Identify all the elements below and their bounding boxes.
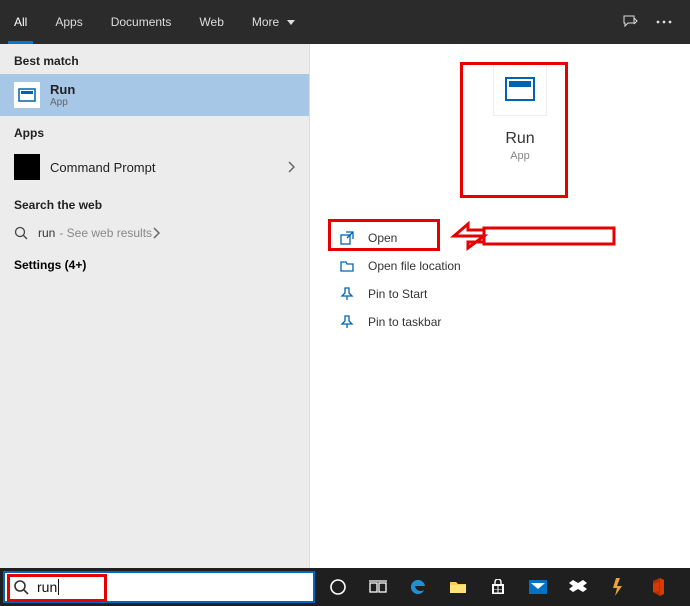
result-web-run[interactable]: run - See web results bbox=[0, 218, 309, 248]
office-button[interactable] bbox=[638, 568, 678, 606]
action-open-file-location[interactable]: Open file location bbox=[332, 252, 612, 280]
result-command-prompt[interactable]: Command Prompt bbox=[0, 146, 309, 188]
tab-more-label: More bbox=[252, 15, 279, 29]
winamp-button[interactable] bbox=[598, 568, 638, 606]
folder-icon bbox=[340, 259, 356, 273]
content-area: Best match Run App Apps Command Prompt S… bbox=[0, 44, 690, 568]
taskbar-search-input[interactable]: run bbox=[3, 571, 315, 603]
action-ofl-label: Open file location bbox=[368, 259, 461, 273]
feedback-icon[interactable] bbox=[622, 14, 638, 30]
result-cmd-title: Command Prompt bbox=[50, 160, 155, 175]
taskbar: run bbox=[0, 568, 690, 606]
task-view-button[interactable] bbox=[358, 568, 398, 606]
tab-apps[interactable]: Apps bbox=[41, 0, 96, 44]
action-pin-start-label: Pin to Start bbox=[368, 287, 427, 301]
search-value: run bbox=[37, 579, 57, 595]
filter-tabs: All Apps Documents Web More bbox=[0, 0, 690, 44]
pin-start-icon bbox=[340, 287, 356, 301]
text-cursor bbox=[58, 579, 59, 595]
preview-header: Run App bbox=[460, 62, 580, 162]
search-icon bbox=[14, 226, 28, 240]
section-settings[interactable]: Settings (4+) bbox=[0, 248, 309, 282]
web-term: run bbox=[38, 226, 55, 240]
action-open[interactable]: Open bbox=[332, 224, 612, 252]
action-pin-taskbar[interactable]: Pin to taskbar bbox=[332, 308, 612, 336]
chevron-right-icon bbox=[152, 227, 160, 239]
more-options-icon[interactable] bbox=[656, 20, 672, 24]
preview-subtitle: App bbox=[460, 150, 580, 162]
tab-documents[interactable]: Documents bbox=[97, 0, 186, 44]
store-button[interactable] bbox=[478, 568, 518, 606]
result-run-app[interactable]: Run App bbox=[0, 74, 309, 116]
result-run-subtitle: App bbox=[50, 97, 75, 108]
section-apps: Apps bbox=[0, 116, 309, 146]
tab-more[interactable]: More bbox=[238, 0, 309, 44]
start-search-window: All Apps Documents Web More Best match bbox=[0, 0, 690, 606]
action-pin-start[interactable]: Pin to Start bbox=[332, 280, 612, 308]
preview-pane: Run App Open Open file location bbox=[310, 44, 690, 568]
file-explorer-button[interactable] bbox=[438, 568, 478, 606]
dropbox-button[interactable] bbox=[558, 568, 598, 606]
chevron-right-icon bbox=[287, 161, 295, 173]
preview-actions: Open Open file location Pin to Start bbox=[332, 224, 612, 336]
open-icon bbox=[340, 231, 356, 245]
web-suffix: - See web results bbox=[59, 226, 152, 240]
action-pin-taskbar-label: Pin to taskbar bbox=[368, 315, 441, 329]
section-best-match: Best match bbox=[0, 44, 309, 74]
mail-button[interactable] bbox=[518, 568, 558, 606]
section-search-web: Search the web bbox=[0, 188, 309, 218]
result-run-title: Run bbox=[50, 82, 75, 97]
edge-button[interactable] bbox=[398, 568, 438, 606]
tab-web[interactable]: Web bbox=[185, 0, 237, 44]
tab-all[interactable]: All bbox=[0, 0, 41, 44]
search-icon bbox=[13, 579, 29, 595]
preview-app-icon bbox=[493, 62, 547, 116]
cortana-button[interactable] bbox=[318, 568, 358, 606]
preview-title: Run bbox=[460, 130, 580, 148]
pin-taskbar-icon bbox=[340, 315, 356, 329]
results-pane: Best match Run App Apps Command Prompt S… bbox=[0, 44, 310, 568]
command-prompt-icon bbox=[14, 154, 40, 180]
chevron-down-icon bbox=[287, 20, 295, 25]
action-open-label: Open bbox=[368, 231, 397, 245]
taskbar-apps bbox=[318, 568, 678, 606]
run-icon bbox=[14, 82, 40, 108]
